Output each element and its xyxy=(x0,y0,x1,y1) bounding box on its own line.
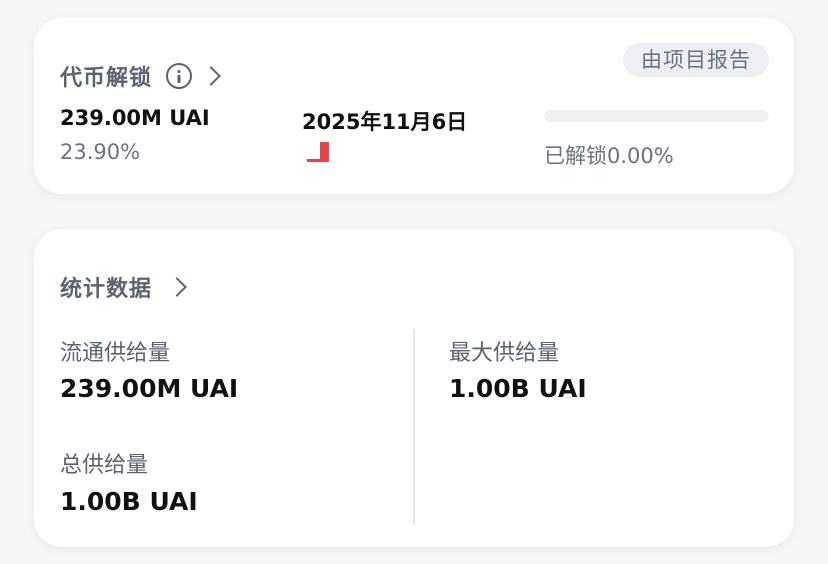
unlock-amount: 239.00M UAI xyxy=(60,106,210,130)
unlock-progress-bar xyxy=(544,110,769,122)
statistics-card: 统计数据 流通供给量 239.00M UAI 总供给量 1.00B UAI 最大… xyxy=(34,229,794,547)
max-supply-value: 1.00B UAI xyxy=(449,374,587,403)
total-supply-value: 1.00B UAI xyxy=(60,487,198,516)
column-divider xyxy=(413,329,415,525)
unlock-date: 2025年11月6日 xyxy=(302,110,468,134)
token-unlock-card: 代币解锁 由项目报告 239.00M UAI 23.90% 2025年11月6日… xyxy=(34,18,794,194)
unlocked-percent-label: 已解锁0.00% xyxy=(544,144,674,168)
statistics-header[interactable]: 统计数据 xyxy=(60,271,187,303)
circulating-supply-value: 239.00M UAI xyxy=(60,374,239,403)
info-icon[interactable] xyxy=(166,63,193,89)
token-unlock-title: 代币解锁 xyxy=(60,66,153,91)
max-supply-label: 最大供给量 xyxy=(449,341,560,366)
reported-by-project-badge: 由项目报告 xyxy=(623,43,769,77)
chevron-right-icon[interactable] xyxy=(167,277,187,297)
total-supply-label: 总供给量 xyxy=(60,453,149,478)
unlock-percent: 23.90% xyxy=(60,140,141,164)
unlock-marker-icon xyxy=(307,142,329,162)
circulating-supply-label: 流通供给量 xyxy=(60,341,171,366)
token-unlock-header[interactable]: 代币解锁 xyxy=(60,60,221,92)
chevron-right-icon[interactable] xyxy=(201,66,221,86)
statistics-title: 统计数据 xyxy=(60,277,153,302)
